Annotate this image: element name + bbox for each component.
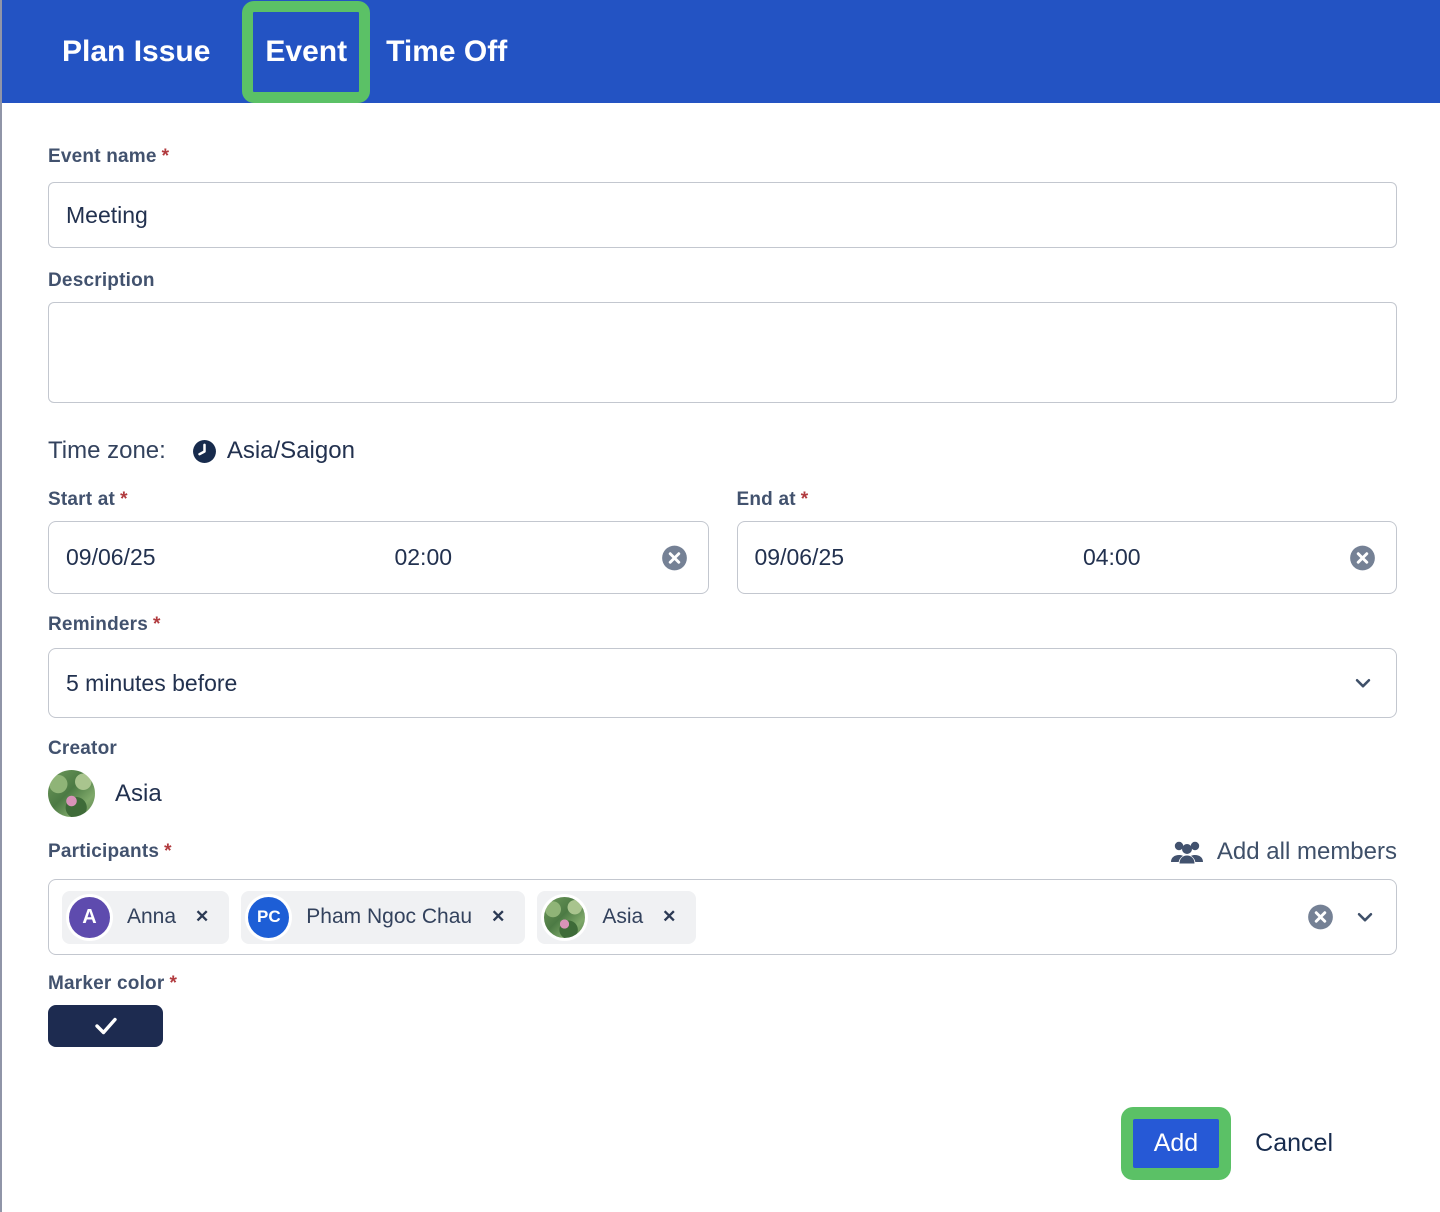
participants-label: Participants* [48,841,172,863]
marker-color-label: Marker color* [48,973,1397,995]
participant-name: Pham Ngoc Chau [306,905,472,929]
creator-name: Asia [115,780,162,808]
add-button[interactable]: Add [1133,1119,1219,1168]
people-group-icon [1169,837,1205,867]
dialog-header: Plan Issue Event Time Off [2,0,1440,103]
avatar-photo [544,897,585,938]
tab-time-off[interactable]: Time Off [386,35,507,69]
required-asterisk: * [162,146,170,167]
required-asterisk: * [801,489,809,510]
remove-participant-icon[interactable]: ✕ [195,907,209,927]
participant-name: Anna [127,905,176,929]
remove-participant-icon[interactable]: ✕ [491,907,505,927]
time-zone-row: Time zone: Asia/Saigon [48,437,1397,465]
required-asterisk: * [120,489,128,510]
start-at-label: Start at* [48,489,709,511]
dialog-body: Event name* Meeting Description Time zon… [2,146,1440,1180]
avatar-initials: A [69,897,110,938]
start-date-value[interactable]: 09/06/25 [66,544,156,571]
creator-avatar [48,770,95,817]
clock-icon [192,439,217,464]
required-asterisk: * [153,614,161,635]
time-zone-label: Time zone: [48,437,166,465]
chevron-down-icon[interactable] [1352,672,1374,694]
end-clear-icon[interactable] [1349,544,1376,571]
tab-plan-issue[interactable]: Plan Issue [62,35,210,69]
marker-color-swatch[interactable] [48,1005,163,1047]
start-at-column: Start at* 09/06/25 02:00 [48,489,709,594]
add-all-members-button[interactable]: Add all members [1169,837,1397,867]
description-textarea[interactable] [48,302,1397,403]
event-dialog: { "ui": { "required_mark": "*" }, "icons… [0,0,1440,1212]
end-at-input[interactable]: 09/06/25 04:00 [737,521,1398,594]
participants-input[interactable]: A Anna ✕ PC Pham Ngoc Chau ✕ Asia ✕ [48,879,1397,955]
datetime-row: Start at* 09/06/25 02:00 End at* 09/06/2… [48,489,1397,594]
required-asterisk: * [169,973,177,994]
reminders-value: 5 minutes before [66,670,237,697]
cancel-button[interactable]: Cancel [1255,1129,1333,1158]
reminders-select[interactable]: 5 minutes before [48,648,1397,718]
description-label: Description [48,270,1397,292]
end-date-value[interactable]: 09/06/25 [755,544,845,571]
required-asterisk: * [164,841,172,862]
participant-chip[interactable]: PC Pham Ngoc Chau ✕ [241,891,525,944]
participant-chip[interactable]: A Anna ✕ [62,891,229,944]
dialog-footer: Add Cancel [48,1107,1397,1180]
check-icon [93,1015,119,1037]
annotation-highlight-add-button: Add [1121,1107,1231,1180]
participants-clear-icon[interactable] [1307,904,1334,931]
end-at-column: End at* 09/06/25 04:00 [737,489,1398,594]
participants-chevron-down-icon[interactable] [1354,906,1376,928]
avatar-initials: PC [248,897,289,938]
time-zone-value: Asia/Saigon [227,437,355,465]
event-name-label: Event name* [48,146,1397,168]
start-clear-icon[interactable] [661,544,688,571]
event-name-input[interactable]: Meeting [48,182,1397,248]
participant-chip[interactable]: Asia ✕ [537,891,696,944]
reminders-label: Reminders* [48,614,1397,636]
creator-label: Creator [48,738,1397,760]
event-name-value: Meeting [66,202,148,229]
remove-participant-icon[interactable]: ✕ [662,907,676,927]
tab-event[interactable]: Event [265,35,347,69]
creator-row: Asia [48,770,1397,817]
end-time-value[interactable]: 04:00 [1083,544,1141,571]
participant-name: Asia [602,905,643,929]
end-at-label: End at* [737,489,1398,511]
annotation-highlight-event-tab: Event [242,1,370,103]
start-time-value[interactable]: 02:00 [394,544,452,571]
participants-header: Participants* Add all members [48,837,1397,867]
add-all-members-label: Add all members [1217,838,1397,866]
start-at-input[interactable]: 09/06/25 02:00 [48,521,709,594]
